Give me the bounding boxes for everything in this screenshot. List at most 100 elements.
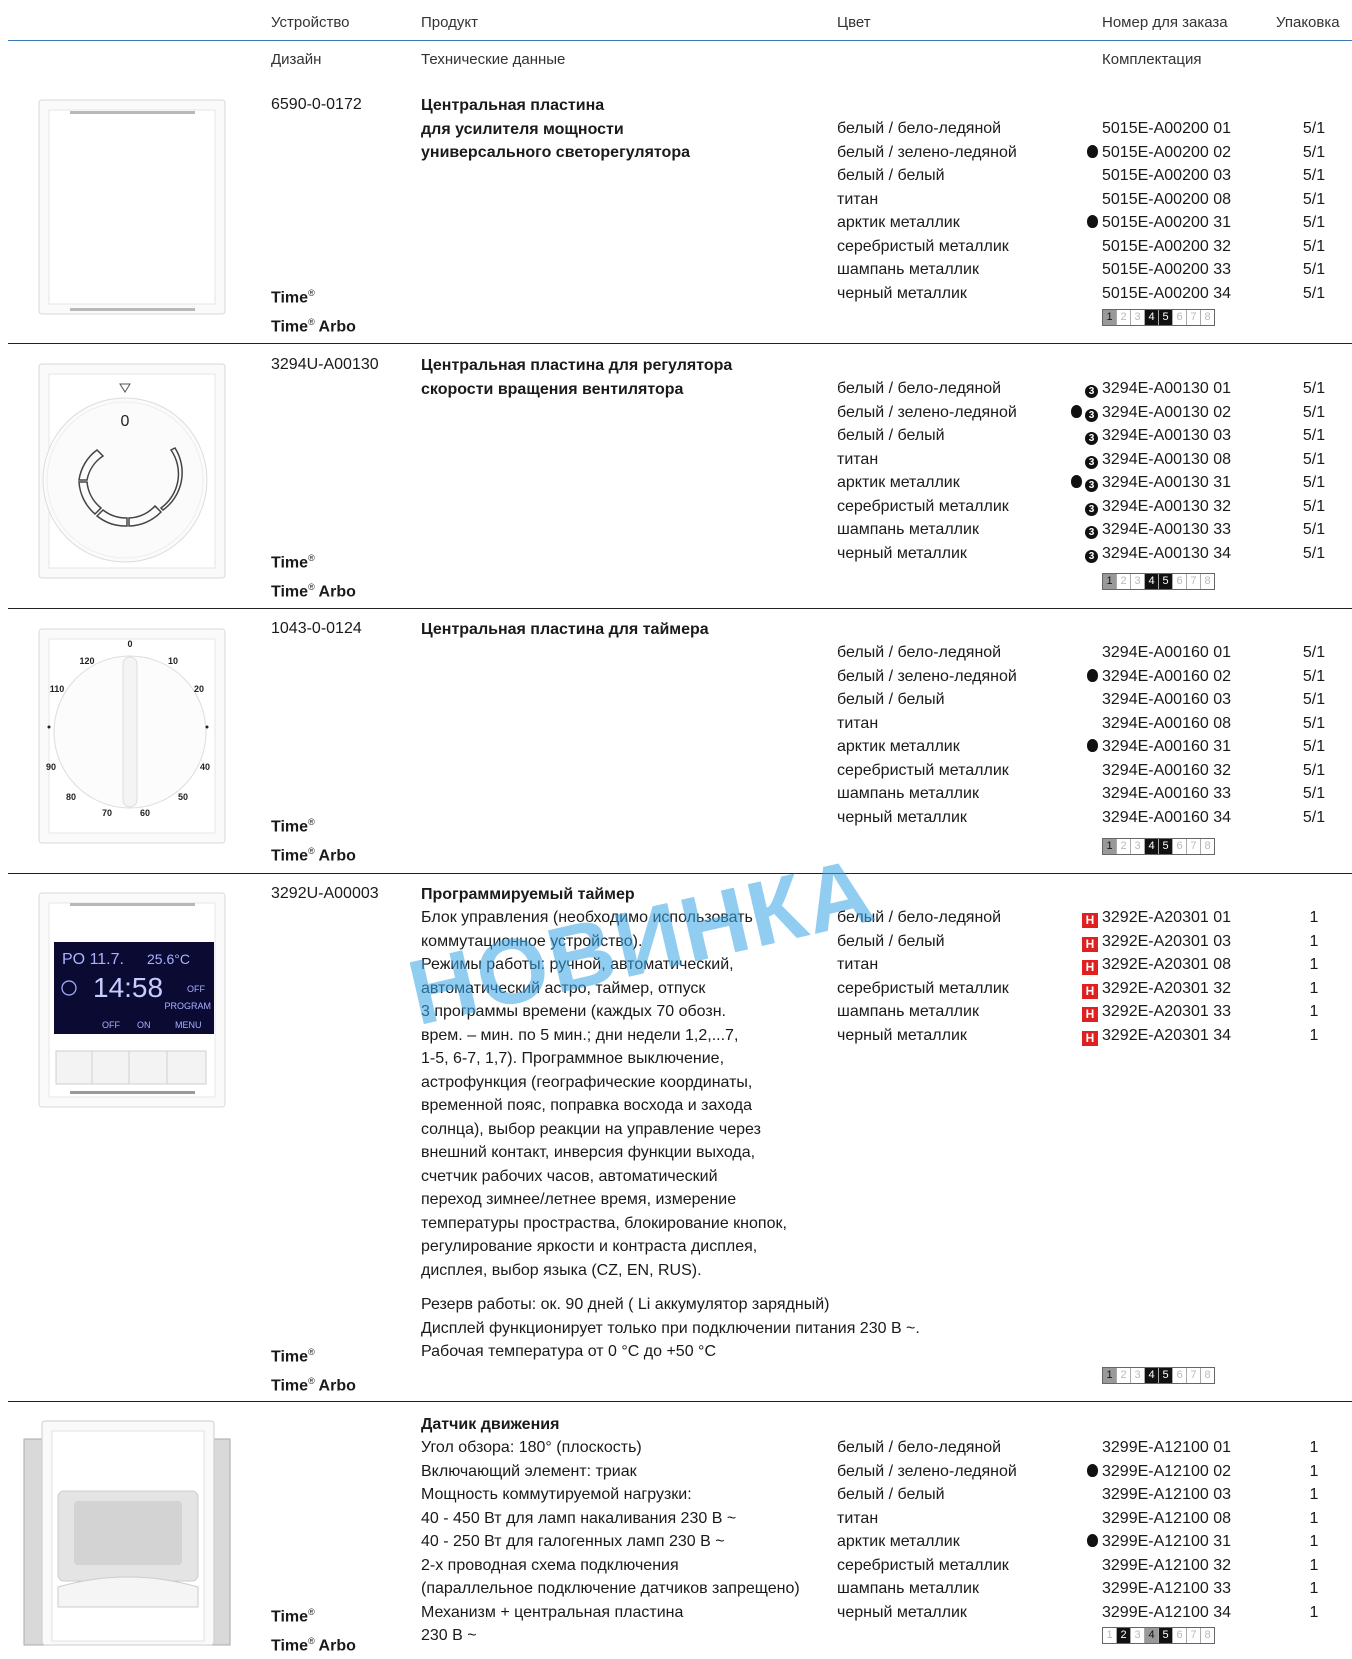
three-icon: 3: [1085, 408, 1098, 422]
pack-value: 5/1: [1302, 474, 1326, 491]
color-item: серебристый металлик: [837, 979, 1009, 997]
pack-value: 5/1: [1302, 380, 1326, 397]
dial-tick: 120: [79, 656, 94, 666]
order-number: 3299E-A12100 03: [1102, 1486, 1231, 1503]
dial-tick: 50: [178, 792, 188, 802]
display-off: OFF: [187, 984, 205, 994]
col-header-product: Продукт: [421, 14, 478, 31]
color-item: серебристый металлик: [837, 761, 1009, 779]
dial-tick: 40: [200, 762, 210, 772]
order-number: 3292E-A20301 33: [1102, 1003, 1231, 1020]
color-item: титан: [837, 956, 879, 973]
three-icon: 3: [1085, 526, 1098, 539]
row-divider: [8, 343, 1352, 344]
pack-value: 5/1: [1302, 427, 1326, 444]
color-item: шампань металлик: [837, 785, 979, 802]
color-item: белый / белый: [837, 1486, 945, 1503]
scale-indicator: 12345678: [1102, 838, 1215, 855]
color-list: белый / бело-ледяной белый / белый титан…: [837, 906, 1009, 1047]
order-number: 3294E-A00130 32: [1102, 497, 1231, 515]
dial-tick: 0: [127, 639, 132, 649]
device-code: 6590-0-0172: [271, 96, 362, 113]
pack-value: 5/1: [1302, 808, 1326, 826]
color-item: белый / белый: [837, 167, 945, 184]
display-program: PROGRAM: [164, 1001, 211, 1011]
color-item: белый / зелено-ледяной: [837, 403, 1017, 421]
order-number: 5015E-A00200 02: [1102, 143, 1231, 161]
pack-value: 5/1: [1302, 214, 1326, 231]
order-number: 3294E-A00130 34: [1102, 544, 1231, 562]
color-item: шампань металлик: [837, 1003, 979, 1020]
pack-value: 1: [1309, 1026, 1319, 1044]
order-number: 3299E-A12100 08: [1102, 1509, 1231, 1527]
product-title: Программируемый таймер: [421, 883, 635, 907]
h-icon: H: [1082, 960, 1098, 975]
design-brand: Time® Time® Arbo: [271, 1347, 356, 1395]
order-number: 3292E-A20301 03: [1102, 932, 1231, 950]
pack-value: 5/1: [1302, 143, 1326, 161]
dial-tick: 90: [46, 762, 56, 772]
pack-value: 1: [1309, 909, 1319, 926]
marks-column: [1040, 117, 1098, 235]
product-title: Центральная пластина для таймера: [421, 618, 709, 642]
pack-value: 5/1: [1302, 120, 1326, 137]
marks-column: H H H H H H: [1040, 906, 1098, 1047]
color-item: черный металлик: [837, 544, 967, 562]
three-icon: 3: [1085, 549, 1098, 563]
color-item: шампань металлик: [837, 521, 979, 538]
order-number: 3294E-A00160 31: [1102, 738, 1231, 755]
color-list: белый / бело-ледяной белый / зелено-ледя…: [837, 1436, 1017, 1624]
dial-label: 0: [121, 413, 130, 430]
order-number: 3294E-A00130 31: [1102, 474, 1231, 491]
display-time: 14:58: [93, 972, 163, 1003]
pack-list: 5/1 5/1 5/1 5/1 5/1 5/1 5/1 5/1: [1302, 377, 1326, 565]
order-number: 3299E-A12100 01: [1102, 1439, 1231, 1456]
header-divider: [8, 40, 1352, 41]
title-line: Программируемый таймер: [421, 886, 635, 903]
marks-column: 3 3 3 3 3 3 3 3: [1040, 377, 1098, 565]
pack-value: 5/1: [1302, 738, 1326, 755]
order-number: 5015E-A00200 31: [1102, 214, 1231, 231]
color-item: титан: [837, 714, 879, 732]
dial-tick: 110: [50, 684, 65, 694]
order-number: 3292E-A20301 01: [1102, 909, 1231, 926]
order-number: 3294E-A00130 02: [1102, 403, 1231, 421]
color-item: арктик металлик: [837, 474, 960, 491]
order-number: 3299E-A12100 31: [1102, 1533, 1231, 1550]
scale-indicator: 12345678: [1102, 1627, 1215, 1644]
color-item: серебристый металлик: [837, 497, 1009, 515]
exclamation-icon: [1087, 739, 1098, 752]
color-item: белый / белый: [837, 427, 945, 444]
col-header-tech: Технические данные: [421, 51, 566, 68]
color-item: шампань металлик: [837, 261, 979, 278]
three-icon: 3: [1085, 455, 1098, 469]
color-item: черный металлик: [837, 284, 967, 302]
pack-value: 5/1: [1302, 167, 1326, 184]
scale-indicator: 12345678: [1102, 1367, 1215, 1384]
color-item: белый / бело-ледяной: [837, 1439, 1002, 1456]
color-item: черный металлик: [837, 1603, 967, 1621]
order-number: 3299E-A12100 32: [1102, 1556, 1231, 1574]
pack-value: 5/1: [1302, 450, 1326, 468]
color-item: белый / бело-ледяной: [837, 120, 1002, 137]
color-list: белый / бело-ледяной белый / зелено-ледя…: [837, 641, 1017, 829]
product-title: Датчик движения: [421, 1413, 559, 1437]
design-brand: Time® Time® Arbo: [271, 1607, 356, 1655]
order-number: 3294E-A00130 03: [1102, 427, 1231, 444]
order-list: 3294E-A00130 01 3294E-A00130 02 3294E-A0…: [1102, 377, 1231, 565]
order-number: 3294E-A00130 33: [1102, 521, 1231, 538]
exclamation-icon: [1087, 215, 1098, 228]
pack-list: 5/1 5/1 5/1 5/1 5/1 5/1 5/1 5/1: [1302, 641, 1326, 829]
device-code: 3292U-A00003: [271, 885, 379, 902]
pack-value: 5/1: [1302, 644, 1326, 661]
pack-value: 5/1: [1302, 714, 1326, 732]
order-number: 3294E-A00160 02: [1102, 667, 1231, 685]
design-brand: Time® Time® Arbo: [271, 817, 356, 865]
order-number: 3292E-A20301 08: [1102, 956, 1231, 973]
pack-list: 1 1 1 1 1 1: [1302, 906, 1326, 1047]
pack-value: 1: [1309, 1439, 1319, 1456]
dial-tick: 80: [66, 792, 76, 802]
color-item: черный металлик: [837, 808, 967, 826]
device-code: 3294U-A00130: [271, 356, 379, 373]
title-line: скорости вращения вентилятора: [421, 380, 684, 398]
